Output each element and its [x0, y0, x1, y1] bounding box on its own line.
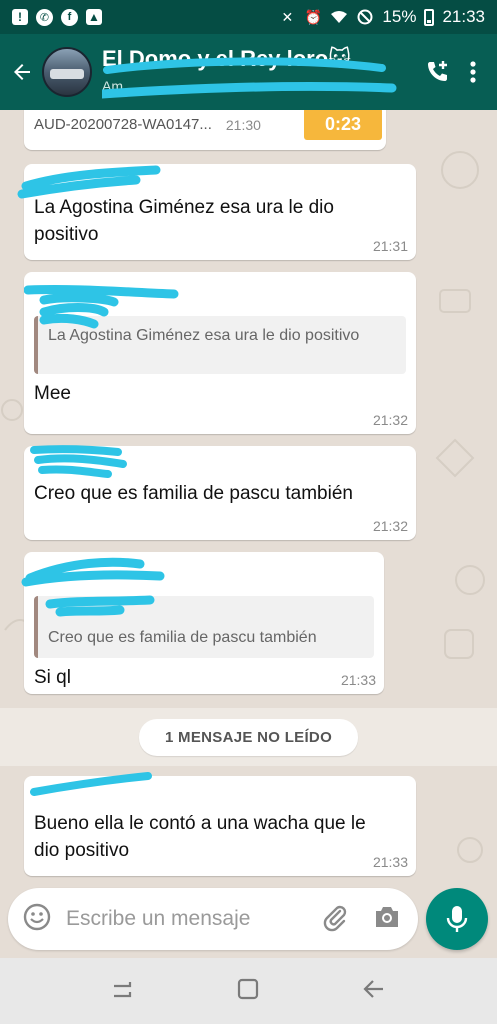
no-signal-icon	[356, 8, 374, 26]
message-time: 21:32	[372, 518, 408, 534]
quoted-message[interactable]: La Agostina Giménez esa ura le dio posit…	[34, 316, 406, 374]
emoji-button[interactable]	[22, 902, 52, 937]
back-button[interactable]	[2, 34, 42, 110]
add-call-icon	[428, 61, 447, 81]
quoted-text: La Agostina Giménez esa ura le dio posit…	[48, 327, 360, 344]
message-input[interactable]: Escribe un mensaje	[66, 907, 306, 931]
chat-header: El Domo y el Rey loro🐱 Am…	[0, 34, 497, 110]
message-time: 21:30	[225, 116, 261, 133]
paperclip-icon	[323, 905, 347, 931]
message-text: Creo que es familia de pascu también	[34, 483, 353, 504]
redaction-scribble	[102, 57, 397, 99]
message-composer[interactable]: Escribe un mensaje	[8, 888, 418, 950]
status-bar: ! ✆ f ▲ ✕ ⏰ 15% 21:33	[0, 0, 497, 34]
message-time: 21:33	[340, 672, 376, 688]
message-time: 21:31	[372, 238, 408, 254]
wifi-icon	[330, 8, 348, 26]
header-actions	[423, 58, 497, 86]
recent-apps-icon	[113, 981, 131, 997]
sender-name	[34, 560, 374, 582]
alert-icon: !	[12, 9, 28, 25]
message-bubble[interactable]: Bueno ella le contó a una wacha que le d…	[24, 772, 416, 876]
arrow-left-icon	[14, 64, 30, 80]
alarm-icon: ⏰	[304, 8, 323, 25]
nav-back-icon	[363, 979, 384, 998]
mic-icon	[446, 906, 468, 932]
audio-file-name: AUD-20200728-WA0147...	[34, 116, 212, 133]
system-nav-bar	[0, 958, 497, 1024]
voice-record-button[interactable]	[426, 888, 488, 950]
message-reply-bubble[interactable]: La Agostina Giménez esa ura le dio posit…	[24, 272, 416, 434]
camera-icon	[376, 906, 398, 927]
home-button[interactable]	[235, 976, 261, 1007]
message-bubble[interactable]: La Agostina Giménez esa ura le dio posit…	[17, 164, 416, 260]
message-bubble[interactable]: Creo que es familia de pascu también 21:…	[24, 445, 416, 540]
battery-percent: 15%	[382, 7, 417, 26]
more-options-button[interactable]	[469, 60, 477, 84]
message-text: Si ql	[34, 667, 71, 688]
clock: 21:33	[442, 7, 485, 26]
add-call-button[interactable]	[423, 58, 451, 86]
attach-button[interactable]	[320, 902, 350, 937]
emoji-icon	[23, 903, 51, 930]
whatsapp-icon: ✆	[36, 8, 53, 26]
quoted-text: Creo que es familia de pascu también	[48, 629, 317, 646]
sender-name	[34, 784, 406, 810]
status-notifications: ! ✆ f ▲	[12, 8, 102, 26]
audio-duration-badge[interactable]: 0:23	[304, 110, 382, 140]
nav-back-button[interactable]	[361, 976, 387, 1007]
unread-banner: 1 MENSAJE NO LEÍDO	[0, 708, 497, 766]
composer-bar: Escribe un mensaje	[0, 880, 497, 958]
quoted-message[interactable]: Creo que es familia de pascu también	[34, 596, 374, 658]
message-time: 21:33	[372, 854, 408, 870]
chat-info[interactable]: El Domo y el Rey loro🐱 Am…	[102, 34, 423, 110]
unread-count-pill: 1 MENSAJE NO LEÍDO	[138, 718, 359, 756]
home-icon	[238, 978, 259, 999]
message-list[interactable]: AUD-20200728-WA0147... 21:30 0:23 La Ago…	[0, 110, 497, 880]
sender-name	[34, 280, 406, 302]
battery-icon	[424, 8, 435, 26]
group-avatar[interactable]	[42, 47, 92, 97]
mute-icon: ✕	[281, 8, 294, 25]
message-audio[interactable]: AUD-20200728-WA0147... 21:30 0:23	[24, 110, 386, 150]
message-text: Bueno ella le contó a una wacha que le d…	[34, 813, 366, 861]
recent-apps-button[interactable]	[110, 976, 136, 1007]
more-vert-icon	[470, 61, 476, 83]
sender-name	[34, 172, 406, 194]
sender-name	[34, 454, 406, 480]
facebook-icon: f	[61, 8, 78, 26]
message-time: 21:32	[372, 412, 408, 428]
message-text: Mee	[34, 383, 71, 404]
image-icon: ▲	[86, 9, 102, 25]
message-text: La Agostina Giménez esa ura le dio posit…	[34, 197, 334, 245]
message-reply-bubble[interactable]: Creo que es familia de pascu también Si …	[21, 552, 384, 694]
camera-button[interactable]	[372, 903, 402, 936]
status-system: ✕ ⏰ 15% 21:33	[278, 7, 485, 27]
